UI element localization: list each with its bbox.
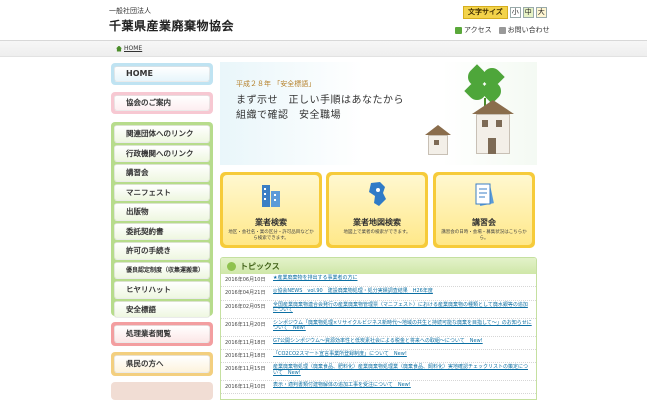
topic-date: 2016年06月10日: [225, 277, 266, 283]
sidebar-item-citizens[interactable]: 県民の方へ: [114, 355, 210, 373]
sidebar-item-safety-slogan[interactable]: 安全標語: [114, 300, 210, 318]
sidebar-item-hiyari-hatto[interactable]: ヒヤリハット: [114, 281, 210, 299]
hero-caption: 平成２８年 「安全標語」: [236, 80, 316, 88]
chiba-map-icon: [369, 182, 386, 206]
topic-date: 2016年11月20日: [225, 321, 266, 328]
list-item: 2016年06月10日 ★産業廃棄物を排出する事業者の方に: [221, 274, 536, 288]
list-item: 2016年11月15日 産業廃棄物処理（廃棄食品、肥料化）産業廃棄物処理業（廃棄…: [221, 363, 536, 382]
card-title: 講習会: [472, 218, 496, 227]
topic-date: 2016年11月18日: [225, 352, 266, 359]
topic-link[interactable]: 「CO2CO2スマート宣言事業所登録制度」について New!: [273, 351, 407, 358]
sidebar-item-certification[interactable]: 優良認定制度（収集運搬業）: [114, 261, 210, 279]
sidebar-banner[interactable]: [111, 382, 213, 400]
topic-date: 2016年11月15日: [225, 366, 266, 373]
building-icon: [262, 185, 280, 207]
mail-icon: [498, 26, 506, 34]
card-map-search[interactable]: 業者地図検索 地図上で業者の検索ができます。: [326, 172, 428, 248]
font-size-small-button[interactable]: 小: [509, 6, 521, 18]
sidebar-item-processor-list[interactable]: 処理業者閲覧: [114, 325, 210, 343]
sidebar-item-home[interactable]: HOME: [114, 66, 210, 82]
card-seminar[interactable]: 講習会 講習会の日時・会場・募集状況はこちらから。: [433, 172, 535, 248]
breadcrumb-home[interactable]: HOME: [124, 45, 142, 52]
card-title: 業者地図検索: [353, 218, 401, 227]
sidebar-menu-group: 関連団体へのリンク 行政機関へのリンク 講習会 マニフェスト 出版物 委託契約書…: [111, 122, 213, 318]
font-size-switcher: 文字サイズ 小 中 大: [463, 5, 547, 19]
topic-link[interactable]: ◎協会NEWS vol.90 建設廃棄物処理・処分実績調査結果 H26年度: [273, 289, 433, 295]
breadcrumb[interactable]: HOME: [116, 45, 142, 52]
utility-links: アクセス お問い合わせ: [455, 25, 557, 35]
hero-slogan-line1: まず示せ 正しい手順はあなたから: [236, 95, 404, 106]
breadcrumb-bar: HOME: [0, 40, 647, 57]
font-size-medium-button[interactable]: 中: [522, 6, 534, 18]
topic-link[interactable]: シンポジウム「廃棄物処理×リサイクルビジネス新時代〜地域の共生と持続可能な廃棄を…: [273, 320, 532, 332]
list-item: 2016年11月18日 「CO2CO2スマート宣言事業所登録制度」について Ne…: [221, 350, 536, 364]
topics-panel: トピックス 2016年06月10日 ★産業廃棄物を排出する事業者の方に 2016…: [220, 257, 537, 400]
hero-slogan-line2: 組織で確認 安全職場: [236, 110, 341, 121]
sidebar-about-box: 協会のご案内: [111, 92, 213, 114]
sidebar-process-box: 処理業者閲覧: [111, 322, 213, 346]
map-pin-icon: [455, 26, 462, 34]
sidebar-item-manifest[interactable]: マニフェスト: [114, 183, 210, 201]
sidebar-item-seminar[interactable]: 講習会: [114, 164, 210, 182]
card-description: 地区・会社名・業の区分・許可品目などから検索できます。: [228, 230, 314, 241]
topic-link[interactable]: 表示・適判書類付建物解体の追加工事を受注について New!: [273, 383, 411, 389]
topic-date: 2016年04月21日: [225, 290, 266, 297]
hero-banner: 平成２８年 「安全標語」 まず示せ 正しい手順はあなたから 組織で確認 安全職場: [220, 62, 537, 165]
sidebar-item-contract[interactable]: 委託契約書: [114, 222, 210, 240]
topic-date: 2016年11月18日: [225, 339, 266, 346]
org-subtitle: 一般社団法人: [109, 7, 151, 15]
document-icon: [475, 183, 494, 207]
org-name-logo[interactable]: 千葉県産業廃棄物協会: [109, 17, 234, 34]
sidebar-home-box: HOME: [111, 63, 213, 85]
font-size-label: 文字サイズ: [463, 5, 508, 19]
site-header: 一般社団法人 千葉県産業廃棄物協会 文字サイズ 小 中 大 アクセス お問い合わ…: [0, 0, 647, 40]
topic-link[interactable]: 全国産業廃棄物連合会発行の産業廃棄物管理票（マニフェスト）における産業廃棄物の種…: [273, 302, 532, 314]
topic-link[interactable]: G7公開シンポジウム〜資源効率性と低炭素社会による税金と将来への取組〜について …: [273, 338, 483, 345]
sidebar-item-related-orgs[interactable]: 関連団体へのリンク: [114, 125, 210, 143]
access-link[interactable]: アクセス: [464, 25, 492, 35]
home-icon: [116, 45, 122, 52]
card-description: 講習会の日時・会場・募集状況はこちらから。: [441, 230, 527, 241]
list-item: 2016年11月20日 シンポジウム「廃棄物処理×リサイクルビジネス新時代〜地域…: [221, 319, 536, 337]
sidebar-item-permit[interactable]: 許可の手続き: [114, 242, 210, 260]
list-item: 2016年02月05日 全国産業廃棄物連合会発行の産業廃棄物管理票（マニフェスト…: [221, 301, 536, 319]
card-description: 地図上で業者の検索ができます。: [343, 230, 411, 235]
topic-link[interactable]: ★産業廃棄物を排出する事業者の方に: [273, 275, 357, 282]
sidebar-item-about[interactable]: 協会のご案内: [114, 95, 210, 111]
sidebar-item-publications[interactable]: 出版物: [114, 203, 210, 221]
sidebar-item-government[interactable]: 行政機関へのリンク: [114, 144, 210, 162]
topics-icon: [227, 261, 236, 271]
topics-header: トピックス: [221, 258, 536, 274]
list-item: 2016年11月18日 G7公開シンポジウム〜資源効率性と低炭素社会による税金と…: [221, 337, 536, 350]
topic-date: 2016年11月10日: [225, 384, 266, 391]
card-title: 業者検索: [255, 218, 287, 227]
font-size-large-button[interactable]: 大: [535, 6, 547, 18]
list-item: 2016年04月21日 ◎協会NEWS vol.90 建設廃棄物処理・処分実績調…: [221, 287, 536, 301]
list-item: 2016年11月10日 表示・適判書類付建物解体の追加工事を受注について New…: [221, 381, 536, 395]
topic-date: 2016年02月05日: [225, 303, 266, 310]
sidebar-citizen-box: 県民の方へ: [111, 352, 213, 376]
card-company-search[interactable]: 業者検索 地区・会社名・業の区分・許可品目などから検索できます。: [220, 172, 322, 248]
topics-title: トピックス: [240, 261, 280, 271]
contact-link[interactable]: お問い合わせ: [508, 25, 550, 35]
topic-link[interactable]: 産業廃棄物処理（廃棄食品、肥料化）産業廃棄物処理業（廃棄食品、飼料化）実地確認チ…: [273, 364, 532, 376]
